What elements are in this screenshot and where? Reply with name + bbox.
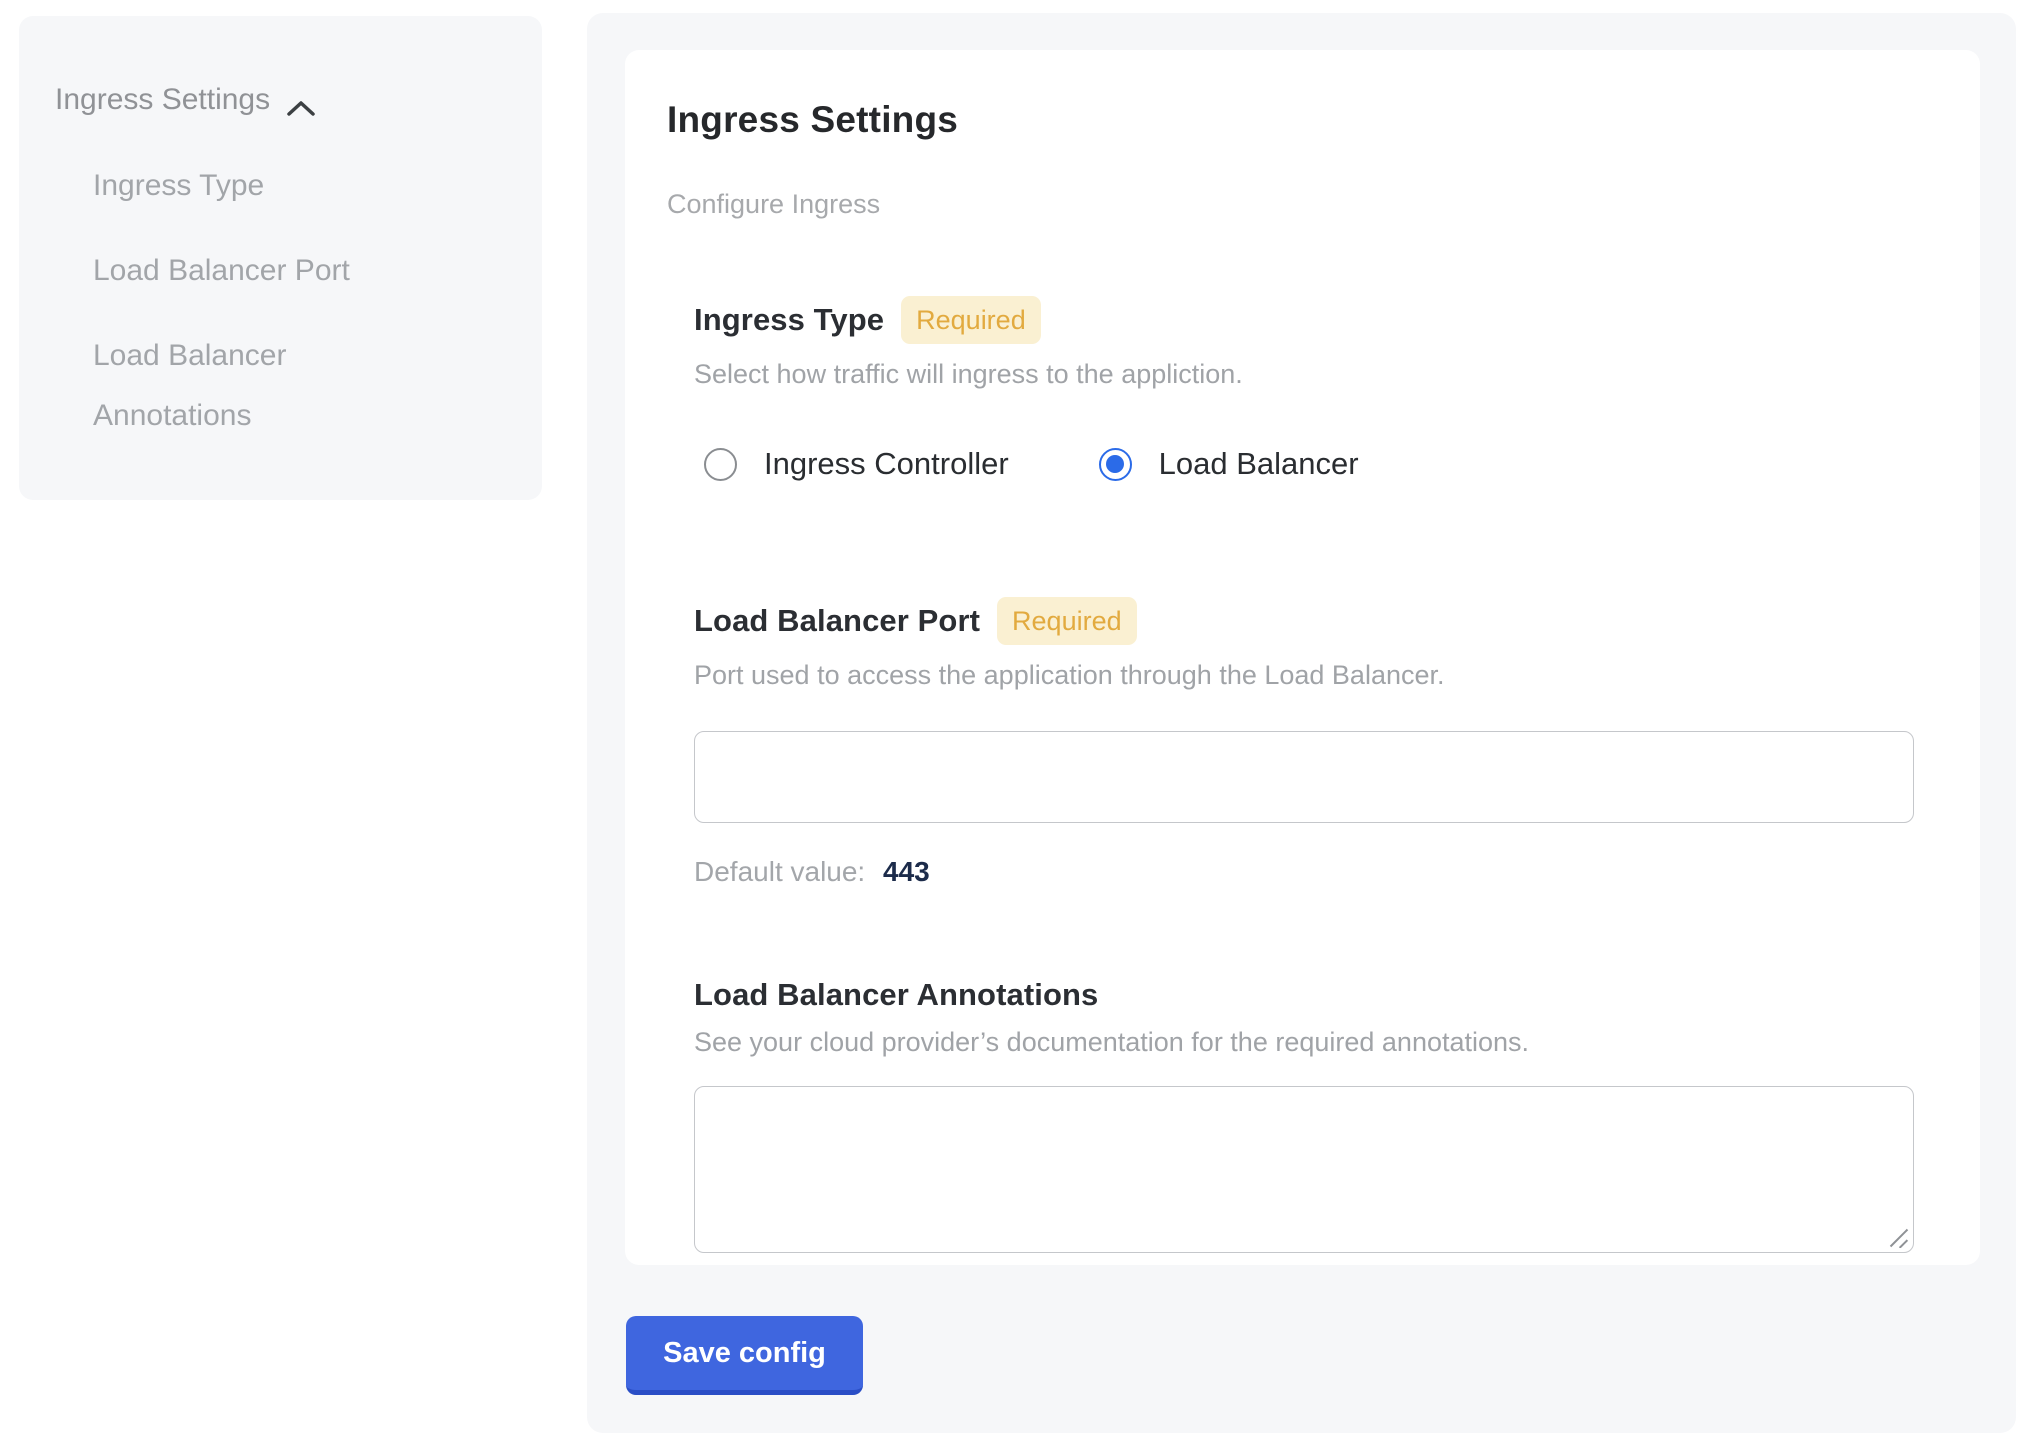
- section-load-balancer-port: Load Balancer Port Required Port used to…: [694, 597, 1914, 889]
- ingress-type-radio-group: Ingress Controller Load Balancer: [694, 446, 1914, 482]
- load-balancer-port-label-row: Load Balancer Port Required: [694, 597, 1914, 645]
- page-subtitle: Configure Ingress: [667, 188, 1980, 220]
- sidebar-group-ingress-settings[interactable]: Ingress Settings: [55, 80, 512, 120]
- radio-option-ingress-controller[interactable]: Ingress Controller: [704, 446, 1009, 482]
- radio-option-load-balancer[interactable]: Load Balancer: [1099, 446, 1359, 482]
- ingress-settings-page: Ingress Settings Ingress Type Load Balan…: [0, 0, 2036, 1452]
- load-balancer-annotations-textarea[interactable]: [694, 1086, 1914, 1253]
- load-balancer-annotations-description: See your cloud provider’s documentation …: [694, 1026, 1914, 1058]
- load-balancer-annotations-label-row: Load Balancer Annotations: [694, 978, 1914, 1012]
- sidebar-item-load-balancer-port[interactable]: Load Balancer Port: [93, 241, 423, 301]
- section-load-balancer-annotations: Load Balancer Annotations See your cloud…: [694, 978, 1914, 1253]
- ingress-type-description: Select how traffic will ingress to the a…: [694, 358, 1914, 390]
- load-balancer-port-label: Load Balancer Port: [694, 604, 980, 638]
- page-title: Ingress Settings: [667, 100, 1980, 140]
- required-badge: Required: [901, 296, 1041, 344]
- ingress-type-label-row: Ingress Type Required: [694, 296, 1914, 344]
- load-balancer-port-description: Port used to access the application thro…: [694, 659, 1914, 691]
- load-balancer-annotations-label: Load Balancer Annotations: [694, 978, 1098, 1012]
- default-value-label: Default value:: [694, 856, 865, 887]
- sidebar-group-label: Ingress Settings: [55, 80, 270, 120]
- radio-label-load-balancer: Load Balancer: [1159, 446, 1359, 482]
- section-ingress-type: Ingress Type Required Select how traffic…: [694, 296, 1914, 482]
- load-balancer-port-input[interactable]: [694, 731, 1914, 823]
- ingress-type-label: Ingress Type: [694, 303, 884, 337]
- default-value-row: Default value: 443: [694, 855, 1914, 889]
- ingress-settings-card: Ingress Settings Configure Ingress Ingre…: [625, 50, 1980, 1265]
- default-value: 443: [883, 856, 930, 887]
- sidebar-item-load-balancer-annotations[interactable]: Load Balancer Annotations: [93, 326, 423, 446]
- load-balancer-annotations-textarea-wrap: [694, 1086, 1914, 1253]
- resize-handle-icon[interactable]: [1889, 1228, 1909, 1248]
- save-config-button[interactable]: Save config: [626, 1316, 863, 1395]
- settings-sidebar: Ingress Settings Ingress Type Load Balan…: [19, 16, 542, 500]
- radio-label-ingress-controller: Ingress Controller: [764, 446, 1009, 482]
- main-panel: Ingress Settings Configure Ingress Ingre…: [587, 13, 2016, 1433]
- radio-unselected-icon[interactable]: [704, 448, 737, 481]
- sidebar-item-ingress-type[interactable]: Ingress Type: [93, 156, 423, 216]
- required-badge: Required: [997, 597, 1137, 645]
- radio-selected-icon[interactable]: [1099, 448, 1132, 481]
- chevron-up-icon: [286, 90, 316, 110]
- form-sections: Ingress Type Required Select how traffic…: [694, 296, 1914, 1253]
